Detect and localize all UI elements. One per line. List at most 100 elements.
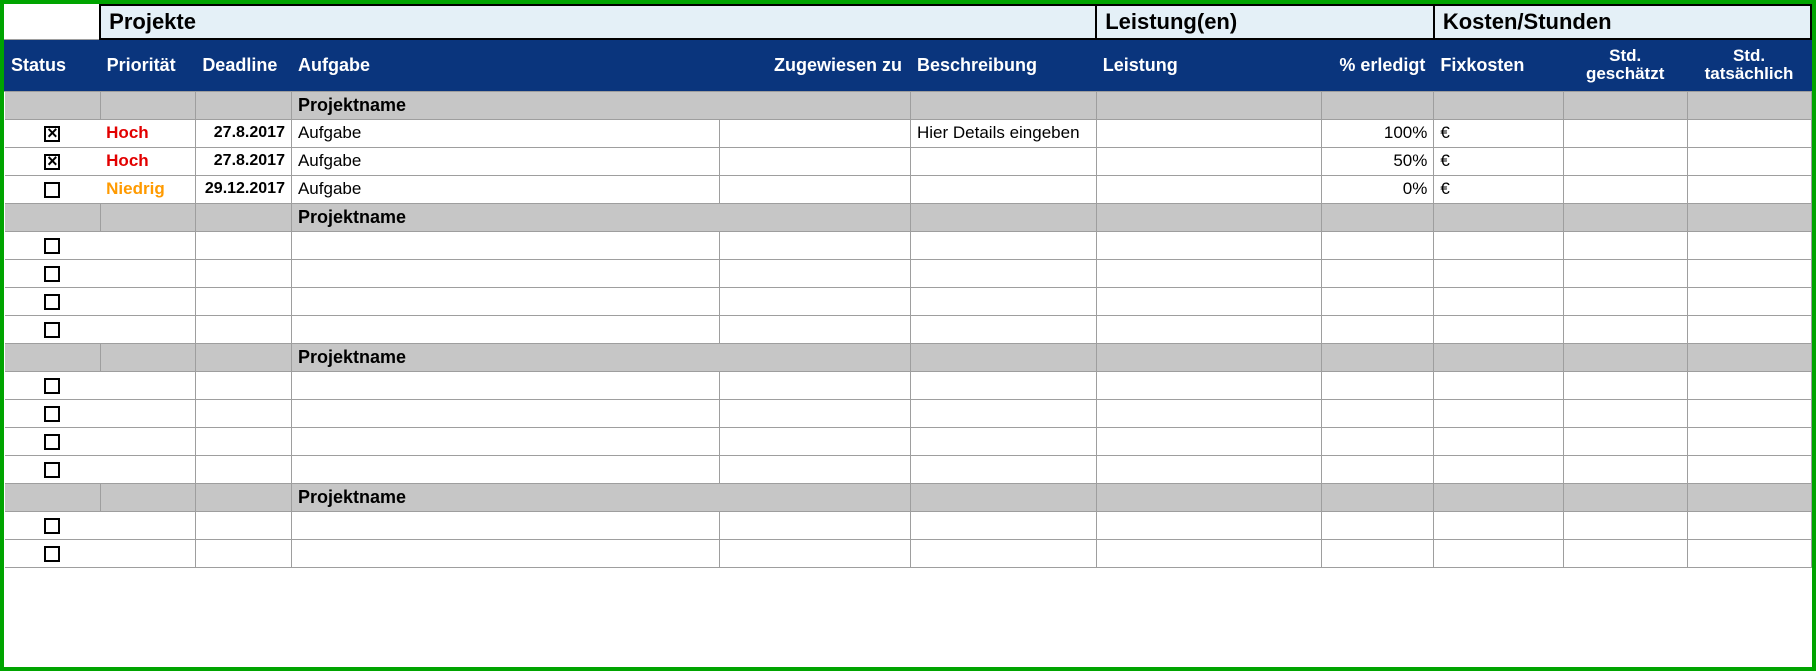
cell-deadline[interactable] <box>196 259 292 287</box>
checkbox-icon[interactable] <box>44 322 60 338</box>
cell-status[interactable] <box>5 539 101 567</box>
cell-prioritaet[interactable] <box>100 511 196 539</box>
cell-std-geschaetzt[interactable] <box>1563 455 1687 483</box>
cell-beschreibung[interactable] <box>910 455 1096 483</box>
cell-leistung[interactable] <box>1096 399 1321 427</box>
cell-zugewiesen[interactable] <box>719 119 910 147</box>
cell-leistung[interactable] <box>1096 287 1321 315</box>
checkbox-icon[interactable] <box>44 406 60 422</box>
cell-prioritaet[interactable] <box>100 371 196 399</box>
cell-status[interactable] <box>5 119 101 147</box>
cell-std-geschaetzt[interactable] <box>1563 427 1687 455</box>
cell-fixkosten[interactable]: € <box>1434 175 1563 203</box>
cell-beschreibung[interactable] <box>910 231 1096 259</box>
cell-beschreibung[interactable] <box>910 287 1096 315</box>
cell-status[interactable] <box>5 175 101 203</box>
cell-std-tatsaechlich[interactable] <box>1687 427 1811 455</box>
cell-std-geschaetzt[interactable] <box>1563 259 1687 287</box>
cell-status[interactable] <box>5 259 101 287</box>
cell-fixkosten[interactable] <box>1434 231 1563 259</box>
cell-aufgabe[interactable] <box>291 231 719 259</box>
checkbox-icon[interactable] <box>44 462 60 478</box>
cell-std-tatsaechlich[interactable] <box>1687 287 1811 315</box>
cell-beschreibung[interactable] <box>910 147 1096 175</box>
cell-leistung[interactable] <box>1096 175 1321 203</box>
cell-leistung[interactable] <box>1096 119 1321 147</box>
cell-prioritaet[interactable] <box>100 427 196 455</box>
cell-zugewiesen[interactable] <box>719 231 910 259</box>
cell-aufgabe[interactable] <box>291 427 719 455</box>
cell-zugewiesen[interactable] <box>719 455 910 483</box>
cell-std-geschaetzt[interactable] <box>1563 315 1687 343</box>
cell-prioritaet[interactable]: Niedrig <box>100 175 196 203</box>
cell-status[interactable] <box>5 147 101 175</box>
cell-prioritaet[interactable]: Hoch <box>100 119 196 147</box>
cell-std-geschaetzt[interactable] <box>1563 119 1687 147</box>
checkbox-icon[interactable] <box>44 518 60 534</box>
cell-aufgabe[interactable] <box>291 287 719 315</box>
cell-fixkosten[interactable] <box>1434 315 1563 343</box>
cell-prioritaet[interactable] <box>100 455 196 483</box>
cell-aufgabe[interactable] <box>291 315 719 343</box>
cell-fixkosten[interactable]: € <box>1434 119 1563 147</box>
cell-erledigt[interactable]: 50% <box>1321 147 1434 175</box>
cell-aufgabe[interactable]: Aufgabe <box>291 147 719 175</box>
cell-aufgabe[interactable]: Aufgabe <box>291 119 719 147</box>
cell-fixkosten[interactable] <box>1434 539 1563 567</box>
checkbox-icon[interactable] <box>44 378 60 394</box>
cell-beschreibung[interactable] <box>910 371 1096 399</box>
cell-std-tatsaechlich[interactable] <box>1687 175 1811 203</box>
checkbox-icon[interactable] <box>44 126 60 142</box>
cell-prioritaet[interactable] <box>100 399 196 427</box>
cell-beschreibung[interactable] <box>910 399 1096 427</box>
cell-fixkosten[interactable] <box>1434 259 1563 287</box>
checkbox-icon[interactable] <box>44 154 60 170</box>
cell-zugewiesen[interactable] <box>719 147 910 175</box>
cell-leistung[interactable] <box>1096 231 1321 259</box>
cell-std-tatsaechlich[interactable] <box>1687 371 1811 399</box>
cell-erledigt[interactable]: 100% <box>1321 119 1434 147</box>
cell-erledigt[interactable] <box>1321 455 1434 483</box>
cell-erledigt[interactable] <box>1321 511 1434 539</box>
cell-std-tatsaechlich[interactable] <box>1687 231 1811 259</box>
cell-prioritaet[interactable] <box>100 231 196 259</box>
cell-prioritaet[interactable]: Hoch <box>100 147 196 175</box>
cell-std-geschaetzt[interactable] <box>1563 539 1687 567</box>
cell-std-geschaetzt[interactable] <box>1563 399 1687 427</box>
cell-std-tatsaechlich[interactable] <box>1687 259 1811 287</box>
cell-status[interactable] <box>5 315 101 343</box>
cell-erledigt[interactable] <box>1321 539 1434 567</box>
cell-status[interactable] <box>5 455 101 483</box>
cell-fixkosten[interactable] <box>1434 287 1563 315</box>
cell-aufgabe[interactable]: Aufgabe <box>291 175 719 203</box>
cell-deadline[interactable] <box>196 231 292 259</box>
cell-std-geschaetzt[interactable] <box>1563 287 1687 315</box>
cell-zugewiesen[interactable] <box>719 427 910 455</box>
cell-zugewiesen[interactable] <box>719 399 910 427</box>
cell-prioritaet[interactable] <box>100 259 196 287</box>
cell-aufgabe[interactable] <box>291 259 719 287</box>
cell-std-tatsaechlich[interactable] <box>1687 455 1811 483</box>
cell-deadline[interactable] <box>196 315 292 343</box>
checkbox-icon[interactable] <box>44 182 60 198</box>
cell-std-tatsaechlich[interactable] <box>1687 511 1811 539</box>
cell-leistung[interactable] <box>1096 259 1321 287</box>
cell-std-geschaetzt[interactable] <box>1563 231 1687 259</box>
cell-deadline[interactable] <box>196 511 292 539</box>
cell-std-tatsaechlich[interactable] <box>1687 119 1811 147</box>
cell-zugewiesen[interactable] <box>719 511 910 539</box>
cell-deadline[interactable] <box>196 399 292 427</box>
cell-erledigt[interactable] <box>1321 287 1434 315</box>
cell-status[interactable] <box>5 231 101 259</box>
checkbox-icon[interactable] <box>44 266 60 282</box>
cell-std-geschaetzt[interactable] <box>1563 511 1687 539</box>
cell-deadline[interactable] <box>196 287 292 315</box>
cell-fixkosten[interactable] <box>1434 511 1563 539</box>
cell-erledigt[interactable] <box>1321 427 1434 455</box>
cell-deadline[interactable] <box>196 427 292 455</box>
cell-fixkosten[interactable] <box>1434 427 1563 455</box>
cell-aufgabe[interactable] <box>291 539 719 567</box>
cell-leistung[interactable] <box>1096 315 1321 343</box>
cell-fixkosten[interactable] <box>1434 455 1563 483</box>
cell-erledigt[interactable] <box>1321 315 1434 343</box>
